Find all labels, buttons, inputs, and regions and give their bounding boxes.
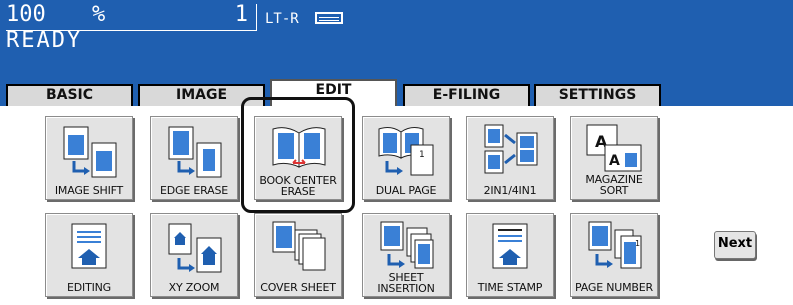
button-label: EDITING <box>67 281 111 294</box>
cover-sheet-button[interactable]: COVER SHEET <box>254 213 342 297</box>
status-row: 100 % 1 LT-R <box>6 2 343 31</box>
dual-page-button[interactable]: 1 DUAL PAGE <box>362 116 450 200</box>
button-label: TIME STAMP <box>477 281 543 294</box>
machine-status: READY <box>6 28 83 53</box>
page-number-button[interactable]: 1 PAGE NUMBER <box>570 213 658 297</box>
edge-erase-icon <box>168 126 222 178</box>
sheet-insertion-button[interactable]: SHEET INSERTION <box>362 213 450 297</box>
tab-bar: BASIC IMAGE EDIT E-FILING SETTINGS <box>0 79 793 107</box>
dual-page-icon: 1 <box>378 127 434 176</box>
editing-button[interactable]: EDITING <box>45 213 133 297</box>
button-label: PAGE NUMBER <box>575 281 653 294</box>
tab-settings[interactable]: SETTINGS <box>534 84 661 106</box>
button-label: XY ZOOM <box>168 281 220 294</box>
button-label: EDGE ERASE <box>160 184 228 197</box>
svg-text:1: 1 <box>419 150 425 160</box>
xy-zoom-icon <box>168 223 222 273</box>
edge-erase-button[interactable]: EDGE ERASE <box>150 116 238 200</box>
button-label: SHEET INSERTION <box>377 271 435 295</box>
tab-basic[interactable]: BASIC <box>6 84 133 106</box>
next-button[interactable]: Next <box>714 231 756 259</box>
sheet-insertion-icon <box>380 221 434 269</box>
xy-zoom-button[interactable]: XY ZOOM <box>150 213 238 297</box>
image-shift-icon <box>63 126 117 178</box>
cover-sheet-icon <box>272 221 326 271</box>
paper-tray-icon <box>314 12 343 24</box>
button-label: IMAGE SHIFT <box>54 184 124 197</box>
button-label: MAGAZINE SORT <box>585 173 643 197</box>
svg-text:A: A <box>609 153 620 169</box>
copier-screen: 100 % 1 LT-R READY BASIC IMAGE EDIT E-FI… <box>0 0 793 305</box>
copy-count: 1 <box>234 2 248 27</box>
editing-icon <box>71 223 107 269</box>
page-number-icon: 1 <box>588 221 642 269</box>
tab-e-filing[interactable]: E-FILING <box>403 84 530 106</box>
magazine-sort-button[interactable]: A A MAGAZINE SORT <box>570 116 658 200</box>
zoom-unit: % <box>92 2 106 27</box>
image-shift-button[interactable]: IMAGE SHIFT <box>45 116 133 200</box>
time-stamp-button[interactable]: TIME STAMP <box>466 213 554 297</box>
2in1-4in1-icon <box>484 124 538 174</box>
2in1-4in1-button[interactable]: 2IN1/4IN1 <box>466 116 554 200</box>
selection-highlight <box>241 97 355 213</box>
time-stamp-icon <box>492 223 528 269</box>
zoom-copies-box: 100 % 1 <box>6 2 257 31</box>
button-label: DUAL PAGE <box>375 184 437 197</box>
button-label: COVER SHEET <box>260 281 336 294</box>
button-label: 2IN1/4IN1 <box>483 184 537 197</box>
paper-size: LT-R <box>265 11 299 27</box>
zoom-value: 100 <box>6 2 46 27</box>
svg-text:1: 1 <box>635 239 640 248</box>
status-bar: 100 % 1 LT-R READY <box>0 0 793 80</box>
